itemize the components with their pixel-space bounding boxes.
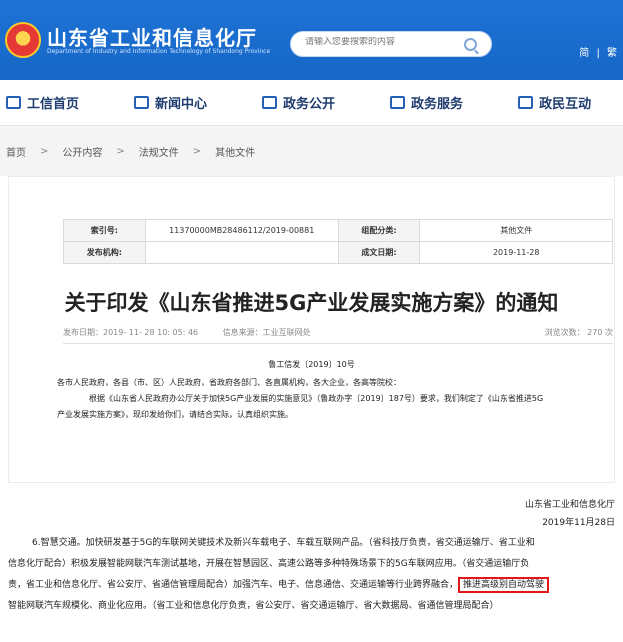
article-info: 发布日期：2019- 11- 28 10: 05: 46 信息来源：工业互联网处…	[63, 327, 613, 338]
language-switch: 简 | 繁	[575, 44, 617, 59]
breadcrumb-regulations[interactable]: 法规文件	[139, 144, 179, 159]
breadcrumb-separator: >	[192, 145, 202, 157]
document-number: 鲁工信发〔2019〕10号	[268, 360, 355, 369]
view-count: 浏览次数： 270 次	[544, 328, 613, 337]
simplified-chinese-link[interactable]: 简	[579, 48, 589, 59]
news-icon	[134, 96, 150, 109]
article-excerpt: 山东省工业和信息化厅 2019年11月28日 6.智慧交通。加快研发基于5G的车…	[0, 483, 623, 642]
article-body: 各市人民政府，各县（市、区）人民政府，省政府各部门、各直属机构，各大企业，各高等…	[57, 375, 613, 423]
nav-item-gov-service[interactable]: 政务服务	[390, 80, 463, 126]
publish-time: 发布日期：2019- 11- 28 10: 05: 46	[63, 328, 199, 337]
nav-item-home[interactable]: 工信首页	[6, 80, 79, 126]
excerpt-line: 责，省工业和信息化厅、省公安厅、省通信管理局配合）加强汽车、电子、信息通信、交通…	[8, 575, 618, 596]
site-subtitle: Department of Industry and Information T…	[47, 48, 271, 55]
nav-item-label: 工信首页	[27, 97, 80, 112]
article-panel: 索引号: 11370000MB28486112/2019-00881 组配分类:…	[8, 176, 615, 483]
nav-item-label: 政务服务	[411, 97, 464, 112]
nav-item-gov-affairs[interactable]: 政务公开	[262, 80, 335, 126]
nav-item-label: 政民互动	[539, 97, 592, 112]
interact-icon	[518, 96, 534, 109]
divider	[63, 343, 613, 344]
category-label: 组配分类:	[337, 219, 421, 242]
search-input[interactable]	[305, 37, 455, 47]
search-box[interactable]	[290, 31, 492, 57]
article-title: 关于印发《山东省推进5G产业发展实施方案》的通知	[64, 291, 559, 315]
site-title[interactable]: 山东省工业和信息化厅	[47, 22, 257, 51]
excerpt-line: 智能网联汽车规模化、商业化应用。（省工业和信息化厅负责，省公安厅、省交通运输厅、…	[8, 601, 499, 611]
document-meta-table: 索引号: 11370000MB28486112/2019-00881 组配分类:…	[63, 219, 613, 264]
nav-item-label: 政务公开	[283, 97, 336, 112]
excerpt-text: 责，省工业和信息化厅、省公安厅、省通信管理局配合）加强汽车、电子、信息通信、交通…	[8, 580, 459, 590]
excerpt-paragraph: 6.智慧交通。加快研发基于5G的车联网关键技术及新兴车载电子、车载互联网产品。（…	[8, 533, 618, 617]
category-value: 其他文件	[419, 219, 613, 242]
excerpt-line: 信息化厅配合）积极发展智能网联汽车测试基地，开展在智慧园区、高速公路等多种特殊场…	[8, 559, 530, 569]
nav-item-news[interactable]: 新闻中心	[134, 80, 207, 126]
main-nav: 工信首页 新闻中心 政务公开 政务服务 政民互动	[0, 80, 623, 126]
nav-item-label: 新闻中心	[155, 97, 208, 112]
body-line: 根据《山东省人民政府办公厅关于加快5G产业发展的实施意见》（鲁政办字〔2019〕…	[89, 394, 544, 403]
home-icon	[6, 96, 21, 109]
index-label: 索引号:	[63, 219, 146, 242]
issuer-value	[144, 241, 339, 264]
separator: |	[596, 48, 600, 59]
date-value: 2019-11-28	[419, 241, 613, 264]
index-value: 11370000MB28486112/2019-00881	[144, 219, 339, 242]
signature-org: 山东省工业和信息化厅	[524, 500, 615, 510]
info-source: 信息来源：工业互联网处	[222, 328, 311, 337]
service-icon	[390, 96, 406, 109]
body-line: 产业发展实施方案》，现印发给你们，请结合实际，认真组织实施。	[57, 410, 293, 419]
breadcrumb-home[interactable]: 首页	[6, 144, 26, 159]
excerpt-line: 6.智慧交通。加快研发基于5G的车联网关键技术及新兴车载电子、车载互联网产品。（…	[32, 538, 535, 548]
date-label: 成文日期:	[337, 241, 421, 264]
highlighted-phrase: 推进高级别自动驾驶	[458, 577, 550, 593]
site-header: 山东省工业和信息化厅 Department of Industry and In…	[0, 0, 623, 80]
monitor-icon	[262, 96, 278, 109]
breadcrumb-separator: >	[116, 145, 125, 157]
breadcrumb-public-content[interactable]: 公开内容	[62, 144, 102, 159]
traditional-chinese-link[interactable]: 繁	[607, 48, 617, 59]
signature-date: 2019年11月28日	[542, 518, 615, 528]
breadcrumb-separator: >	[40, 145, 49, 157]
breadcrumb-other-files[interactable]: 其他文件	[215, 144, 255, 159]
search-icon[interactable]	[464, 38, 477, 51]
nav-item-interaction[interactable]: 政民互动	[518, 80, 591, 126]
national-emblem-icon	[5, 22, 41, 58]
issuer-label: 发布机构:	[63, 241, 146, 264]
breadcrumb: 首页 > 公开内容 > 法规文件 > 其他文件	[0, 126, 623, 176]
salutation: 各市人民政府，各县（市、区）人民政府，省政府各部门、各直属机构，各大企业，各高等…	[57, 378, 401, 387]
